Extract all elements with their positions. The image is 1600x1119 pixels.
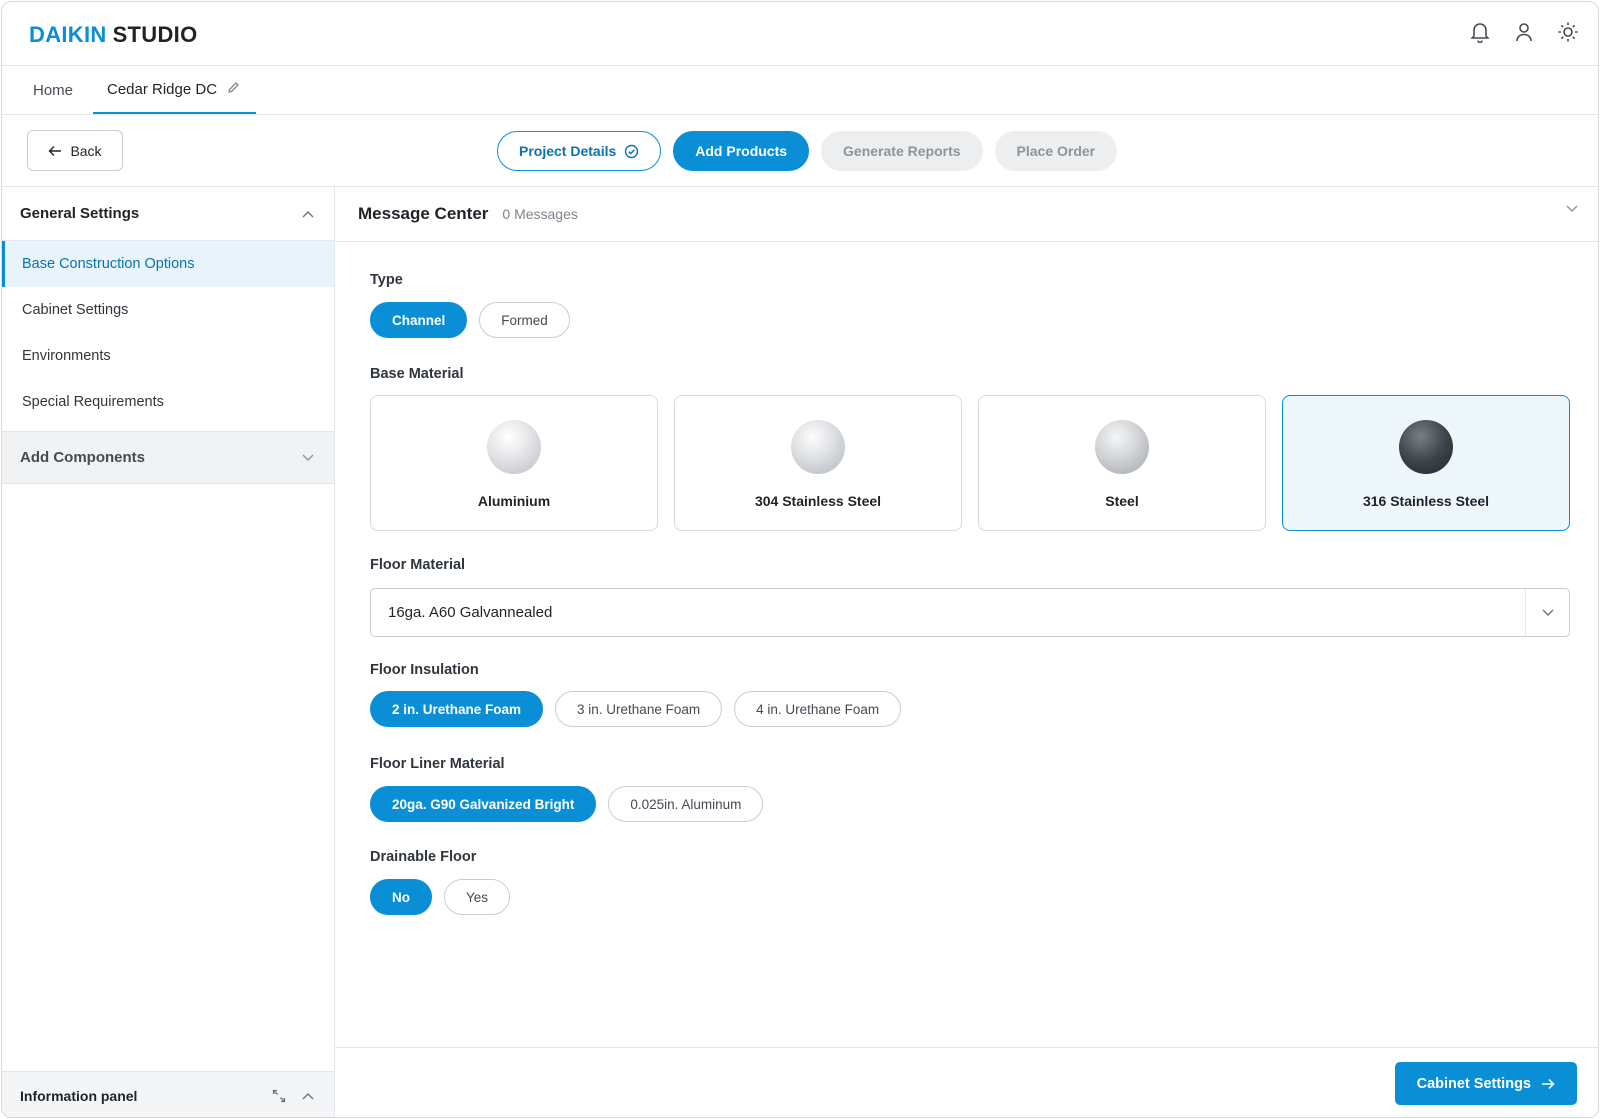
drainable-floor-label: Drainable Floor (370, 849, 477, 865)
floor-insulation-label: Floor Insulation (370, 662, 479, 678)
step-add-products[interactable]: Add Products (673, 131, 810, 171)
back-label: Back (70, 142, 102, 159)
pencil-icon[interactable] (227, 81, 240, 98)
floor-liner-options: 20ga. G90 Galvanized Bright 0.025in. Alu… (370, 786, 764, 822)
material-card-steel[interactable]: Steel (978, 395, 1266, 531)
floor-liner-label: Floor Liner Material (370, 756, 505, 772)
drainable-option-yes[interactable]: Yes (444, 879, 511, 915)
chevron-up-icon (302, 210, 314, 217)
drainable-option-no[interactable]: No (370, 879, 432, 915)
step-label: Project Details (519, 143, 617, 159)
info-panel-title: Information panel (20, 1087, 138, 1104)
chevron-down-icon (1542, 609, 1553, 616)
material-card-304-stainless[interactable]: 304 Stainless Steel (674, 395, 962, 531)
next-cabinet-settings-button[interactable]: Cabinet Settings (1394, 1062, 1577, 1105)
sidebar-item-cabinet-settings[interactable]: Cabinet Settings (2, 287, 334, 333)
type-option-channel[interactable]: Channel (370, 302, 468, 338)
material-swatch (1095, 420, 1149, 474)
tab-bar: Home Cedar Ridge DC (2, 66, 1598, 115)
bell-icon[interactable] (1468, 20, 1492, 44)
type-options: Channel Formed (370, 302, 570, 338)
message-count: 0 Messages (502, 206, 578, 222)
type-label: Type (370, 272, 403, 288)
message-center-title: Message Center (358, 204, 489, 223)
tab-project-label: Cedar Ridge DC (107, 80, 218, 98)
base-material-options: Aluminium 304 Stainless Steel Steel 316 … (370, 395, 1570, 531)
main-panel: Message Center 0 Messages Type Channel F… (335, 187, 1598, 1117)
expand-icon[interactable] (272, 1089, 286, 1103)
sidebar-section-general-settings[interactable]: General Settings (2, 187, 334, 241)
chevron-down-icon (302, 454, 314, 461)
material-name: Steel (1105, 493, 1139, 509)
sun-icon[interactable] (1556, 20, 1580, 44)
chevron-up-icon[interactable] (302, 1092, 314, 1100)
floor-material-label: Floor Material (370, 557, 466, 573)
footer-bar: Cabinet Settings (335, 1047, 1598, 1117)
material-card-aluminium[interactable]: Aluminium (370, 395, 658, 531)
back-button[interactable]: Back (27, 130, 123, 171)
sidebar-list: Base Construction Options Cabinet Settin… (2, 241, 334, 432)
material-swatch (487, 420, 541, 474)
step-place-order: Place Order (994, 131, 1118, 171)
progress-steps: Project Details Add Products Generate Re… (497, 131, 1118, 171)
header-actions (1468, 20, 1580, 44)
information-panel[interactable]: Information panel (2, 1071, 334, 1117)
material-name: 304 Stainless Steel (754, 493, 882, 509)
section-title: Add Components (20, 449, 145, 466)
floor-insulation-options: 2 in. Urethane Foam 3 in. Urethane Foam … (370, 691, 902, 727)
base-material-label: Base Material (370, 366, 464, 382)
liner-option-aluminum[interactable]: 0.025in. Aluminum (608, 786, 764, 822)
insulation-option-3in[interactable]: 3 in. Urethane Foam (555, 691, 723, 727)
sidebar-item-base-construction[interactable]: Base Construction Options (2, 241, 334, 287)
user-icon[interactable] (1512, 20, 1536, 44)
liner-option-galvanized[interactable]: 20ga. G90 Galvanized Bright (370, 786, 597, 822)
tab-home[interactable]: Home (33, 66, 73, 115)
chevron-down-icon[interactable] (1566, 205, 1578, 213)
brand-logo: DAIKIN STUDIO (29, 22, 198, 47)
app-window: DAIKIN STUDIO Home Cedar Ridge DC Back P… (1, 1, 1599, 1118)
arrow-right-icon (1542, 1078, 1555, 1089)
step-project-details[interactable]: Project Details (497, 131, 662, 171)
tab-project[interactable]: Cedar Ridge DC (93, 66, 257, 114)
insulation-option-2in[interactable]: 2 in. Urethane Foam (370, 691, 544, 727)
sidebar-section-add-components[interactable]: Add Components (2, 432, 334, 484)
floor-material-select[interactable]: 16ga. A60 Galvannealed (370, 588, 1570, 637)
material-name: Aluminium (477, 493, 551, 509)
check-circle-icon (625, 144, 639, 158)
drainable-floor-options: No Yes (370, 879, 511, 915)
material-card-316-stainless[interactable]: 316 Stainless Steel (1282, 395, 1570, 531)
sidebar: General Settings Base Construction Optio… (2, 187, 335, 1117)
material-name: 316 Stainless Steel (1362, 493, 1490, 509)
next-label: Cabinet Settings (1416, 1075, 1531, 1092)
message-center[interactable]: Message Center 0 Messages (335, 187, 1598, 242)
material-swatch (791, 420, 845, 474)
material-swatch (1399, 420, 1453, 474)
sidebar-item-special-requirements[interactable]: Special Requirements (2, 379, 334, 425)
section-title: General Settings (20, 205, 140, 222)
step-generate-reports: Generate Reports (821, 131, 983, 171)
floor-material-value: 16ga. A60 Galvannealed (388, 604, 553, 621)
insulation-option-4in[interactable]: 4 in. Urethane Foam (734, 691, 902, 727)
arrow-left-icon (48, 145, 62, 156)
type-option-formed[interactable]: Formed (479, 302, 570, 338)
top-bar: DAIKIN STUDIO (2, 2, 1598, 66)
action-row: Back Project Details Add Products Genera… (2, 115, 1598, 187)
sidebar-item-environments[interactable]: Environments (2, 333, 334, 379)
